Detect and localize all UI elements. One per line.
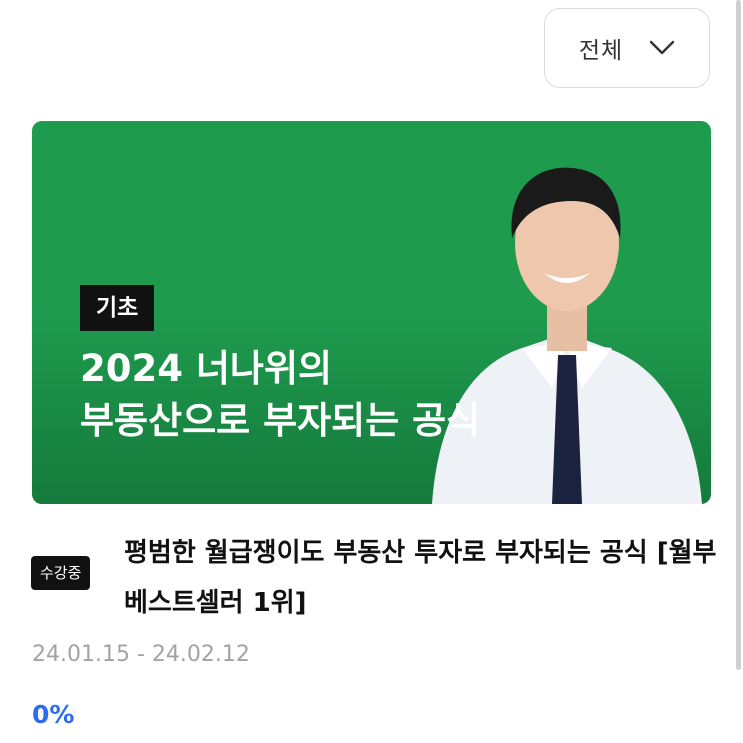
chevron-down-icon [649, 40, 675, 55]
course-period: 24.01.15 - 24.02.12 [32, 642, 250, 667]
banner-title: 2024 너나위의 부동산으로 부자되는 공식 [80, 347, 481, 442]
filter-dropdown[interactable]: 전체 [544, 8, 710, 88]
instructor-photo [432, 167, 702, 504]
status-badge: 수강중 [31, 556, 91, 590]
progress-percent: 0% [32, 700, 75, 729]
course-title[interactable]: 평범한 월급쟁이도 부동산 투자로 부자되는 공식 [월부 베스트셀러 1위] [124, 528, 724, 628]
course-banner[interactable]: 기초 2024 너나위의 부동산으로 부자되는 공식 [32, 121, 711, 504]
filter-label: 전체 [578, 38, 624, 64]
scrollbar[interactable] [736, 0, 741, 670]
level-badge: 기초 [80, 285, 155, 331]
